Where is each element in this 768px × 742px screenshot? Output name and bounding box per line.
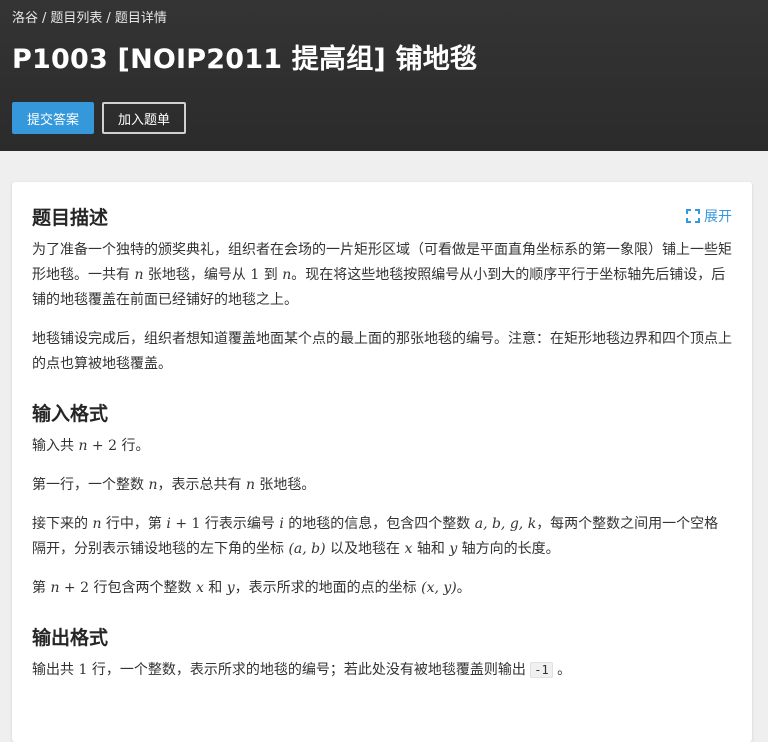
description-heading: 题目描述 (32, 206, 109, 229)
output-paragraph-1: 输出共 1 行，一个整数，表示所求的地毯的编号；若此处没有被地毯覆盖则输出 -1… (32, 662, 572, 678)
output-format-heading: 输出格式 (32, 627, 109, 649)
breadcrumb: 洛谷 / 题目列表 / 题目详情 (12, 10, 756, 28)
input-format-heading: 输入格式 (32, 403, 109, 425)
output-format-section: 输出格式 输出共 1 行，一个整数，表示所求的地毯的编号；若此处没有被地毯覆盖则… (32, 623, 732, 683)
input-paragraph-4: 第 n + 2 行包含两个整数 x 和 y，表示所求的地面的点的坐标 (x, y… (32, 580, 471, 596)
expand-label: 展开 (704, 209, 732, 225)
expand-icon (686, 209, 700, 223)
description-header: 题目描述 展开 (32, 202, 732, 230)
input-paragraph-3: 接下来的 n 行中，第 i + 1 行表示编号 i 的地毯的信息，包含四个整数 … (32, 516, 719, 557)
description-paragraph-1: 为了准备一个独特的颁奖典礼，组织者在会场的一片矩形区域（可看做是平面直角坐标系的… (32, 242, 732, 308)
add-to-list-button[interactable]: 加入题单 (102, 102, 187, 134)
expand-button[interactable]: 展开 (685, 206, 732, 226)
breadcrumb-separator: / (42, 11, 47, 26)
breadcrumb-home[interactable]: 洛谷 (12, 10, 38, 28)
input-format-section: 输入格式 输入共 n + 2 行。 第一行，一个整数 n，表示总共有 n 张地毯… (32, 399, 732, 601)
problem-card: 题目描述 展开 为了准备一个独特的颁奖典礼，组织者在会场的一片矩形区域（可看做是… (12, 182, 752, 742)
breadcrumb-problem-list[interactable]: 题目列表 (50, 10, 102, 28)
action-buttons: 提交答案 加入题单 (12, 102, 756, 134)
input-paragraph-1: 输入共 n + 2 行。 (32, 438, 150, 454)
page-header: 洛谷 / 题目列表 / 题目详情 P1003 [NOIP2011 提高组] 铺地… (0, 0, 768, 151)
submit-answer-button[interactable]: 提交答案 (12, 102, 95, 134)
input-paragraph-2: 第一行，一个整数 n，表示总共有 n 张地毯。 (32, 477, 316, 493)
description-paragraph-2: 地毯铺设完成后，组织者想知道覆盖地面某个点的最上面的那张地毯的编号。注意：在矩形… (32, 331, 732, 372)
page-title: P1003 [NOIP2011 提高组] 铺地毯 (12, 44, 478, 75)
inline-code: -1 (530, 662, 553, 678)
breadcrumb-separator: / (106, 11, 111, 26)
breadcrumb-problem-detail[interactable]: 题目详情 (115, 10, 167, 28)
